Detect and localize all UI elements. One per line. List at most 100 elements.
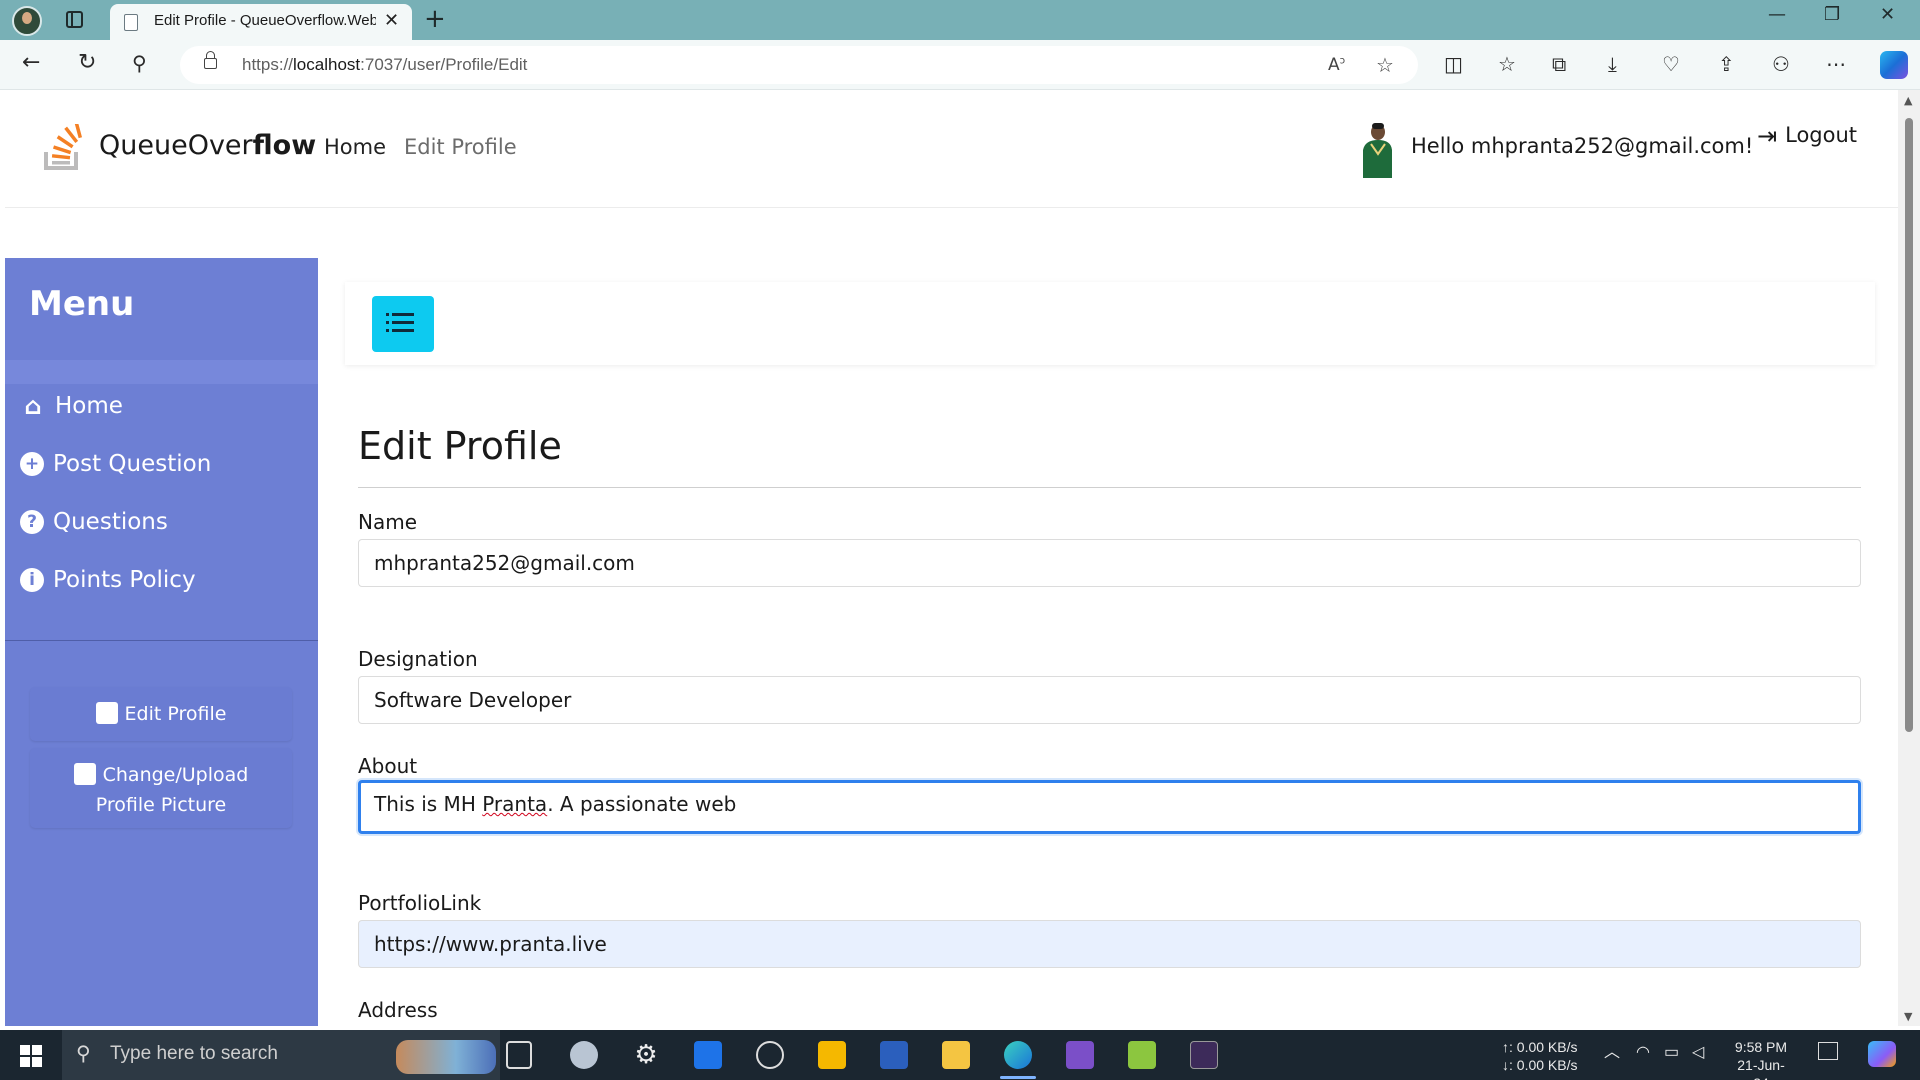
windows-taskbar: ⚲ Type here to search ⚙ ↑: 0.00 KB/s ↓: … (0, 1030, 1920, 1080)
web-page: QueueOverflow Home Edit Profile Hello mh… (5, 90, 1898, 1026)
network-speed: ↑: 0.00 KB/s ↓: 0.00 KB/s (1502, 1038, 1577, 1074)
tab-close-icon[interactable]: ✕ (384, 10, 399, 31)
search-placeholder: Type here to search (110, 1043, 278, 1064)
logout-button[interactable]: ⇥ Logout (1757, 122, 1857, 150)
split-screen-icon[interactable]: ◫ (1444, 52, 1463, 76)
browser-tabstrip: Edit Profile - QueueOverflow.Web ✕ + — ❐… (0, 0, 1920, 40)
edit-profile-button[interactable]: Edit Profile (30, 687, 292, 741)
sidebar-item-label: Questions (53, 509, 168, 535)
name-field[interactable]: mhpranta252@gmail.com (358, 539, 1861, 587)
read-aloud-icon[interactable]: Aↄ (1328, 55, 1345, 75)
visual-studio-icon[interactable] (1066, 1041, 1094, 1069)
designation-field[interactable]: Software Developer (358, 676, 1861, 724)
browser-essentials-icon[interactable]: ♡ (1662, 52, 1680, 76)
refresh-icon[interactable]: ↻ (78, 50, 96, 76)
share-icon[interactable]: ⇪ (1718, 52, 1735, 76)
copilot-icon[interactable] (1880, 51, 1908, 79)
app-icon-word[interactable] (880, 1041, 908, 1069)
clock[interactable]: 9:58 PM 21-Jun-24 (1732, 1038, 1790, 1080)
sidebar-item-label: Home (55, 393, 123, 419)
change-picture-label-line2: Profile Picture (95, 794, 227, 816)
sidebar-separator (5, 640, 318, 641)
sidebar-item-label: Points Policy (53, 567, 196, 593)
favorites-icon[interactable]: ☆ (1498, 52, 1516, 76)
browser-toolbar: ← ↻ ⚲ https://localhost:7037/user/Profil… (0, 40, 1920, 90)
page-title: Edit Profile (358, 424, 562, 468)
home-icon: ⌂ (24, 392, 42, 420)
sidebar-title: Menu (29, 284, 135, 324)
show-hidden-icons[interactable]: ︿ (1604, 1044, 1620, 1062)
copilot-taskbar-icon[interactable] (1868, 1041, 1896, 1067)
nav-home-link[interactable]: Home (324, 135, 386, 159)
file-explorer-icon[interactable] (942, 1041, 970, 1069)
title-divider (358, 487, 1861, 488)
about-field[interactable]: This is MH Pranta. A passionate web (358, 780, 1861, 834)
search-icon: ⚲ (76, 1041, 91, 1065)
task-view-icon[interactable] (506, 1041, 532, 1069)
sidebar-divider (5, 360, 318, 384)
app-icon-paint[interactable] (570, 1041, 598, 1069)
logout-icon: ⇥ (1757, 122, 1778, 150)
browser-tab-active[interactable]: Edit Profile - QueueOverflow.Web ✕ (110, 4, 412, 40)
page-favicon-icon (124, 14, 138, 31)
settings-gear-icon[interactable]: ⚙ (632, 1041, 660, 1069)
active-app-indicator (1000, 1076, 1036, 1079)
address-bar[interactable]: https://localhost:7037/user/Profile/Edit… (180, 46, 1418, 84)
edge-browser-icon[interactable] (1004, 1041, 1032, 1069)
terminal-icon[interactable] (1190, 1041, 1218, 1069)
profile-avatar-icon[interactable] (12, 6, 42, 36)
greeting-text: Hello mhpranta252@gmail.com! (1411, 134, 1754, 158)
sidebar-item-points-policy[interactable]: i Points Policy (20, 567, 196, 593)
content-toolbar (345, 282, 1875, 365)
taskbar-search[interactable]: ⚲ Type here to search (62, 1030, 500, 1080)
collections-icon[interactable]: ⧉ (1552, 52, 1566, 76)
back-icon[interactable]: ← (22, 50, 40, 76)
page-scrollbar[interactable]: ▲ ▼ (1898, 90, 1920, 1026)
edit-profile-label: Edit Profile (124, 703, 227, 725)
battery-icon[interactable]: ▭ (1664, 1044, 1679, 1062)
sidebar-item-home[interactable]: ⌂ Home (20, 392, 123, 420)
change-profile-picture-button[interactable]: Change/Upload Profile Picture (30, 748, 292, 828)
network-upload-speed: ↑: 0.00 KB/s (1502, 1039, 1578, 1055)
user-avatar[interactable] (1359, 120, 1395, 178)
more-options-icon[interactable]: ⋯ (1826, 52, 1846, 76)
wifi-icon[interactable]: ◠ (1636, 1044, 1650, 1062)
url-text[interactable]: https://localhost:7037/user/Profile/Edit (242, 55, 527, 75)
clock-time: 9:58 PM (1734, 1039, 1788, 1055)
portfolio-link-field[interactable]: https://www.pranta.live (358, 920, 1861, 968)
app-icon-snipping[interactable] (1128, 1041, 1156, 1069)
sidebar-item-post-question[interactable]: + Post Question (20, 451, 211, 477)
search-icon[interactable]: ⚲ (132, 50, 147, 76)
designation-label: Designation (358, 647, 478, 671)
sidebar-toggle-button[interactable] (372, 296, 434, 352)
tab-actions-icon[interactable] (66, 11, 83, 28)
lock-icon[interactable] (204, 51, 217, 69)
restore-button[interactable]: ❐ (1824, 4, 1840, 25)
logo-icon[interactable] (43, 124, 85, 172)
question-circle-icon: ? (20, 510, 44, 534)
app-icon-obs[interactable] (756, 1041, 784, 1069)
scroll-down-icon[interactable]: ▼ (1904, 1010, 1912, 1023)
start-button[interactable] (20, 1045, 42, 1067)
minimize-button[interactable]: — (1768, 4, 1786, 25)
brand-name[interactable]: QueueOverflow (99, 130, 316, 161)
notifications-icon[interactable] (1818, 1042, 1838, 1060)
downloads-icon[interactable]: ⤓ (1608, 52, 1617, 76)
app-icon-calendar[interactable] (694, 1041, 722, 1069)
new-tab-button[interactable]: + (424, 4, 446, 34)
extensions-icon[interactable]: ⚇ (1772, 52, 1790, 76)
change-picture-label-line1: Change/Upload (102, 764, 249, 786)
sidebar-item-questions[interactable]: ? Questions (20, 509, 168, 535)
network-download-speed: ↓: 0.00 KB/s (1502, 1057, 1578, 1073)
sidebar-item-label: Post Question (53, 451, 212, 477)
scrollbar-thumb[interactable] (1905, 118, 1913, 732)
close-window-button[interactable]: ✕ (1880, 4, 1895, 25)
app-icon-sticky-notes[interactable] (818, 1041, 846, 1069)
nav-edit-profile-link[interactable]: Edit Profile (404, 135, 517, 159)
plus-circle-icon: + (20, 452, 44, 476)
person-icon (73, 763, 96, 785)
sidebar: Menu ⌂ Home + Post Question ? Questions … (5, 258, 318, 1026)
scroll-up-icon[interactable]: ▲ (1904, 94, 1912, 107)
favorite-star-icon[interactable]: ☆ (1376, 53, 1394, 77)
volume-icon[interactable]: ◁ (1692, 1044, 1704, 1062)
